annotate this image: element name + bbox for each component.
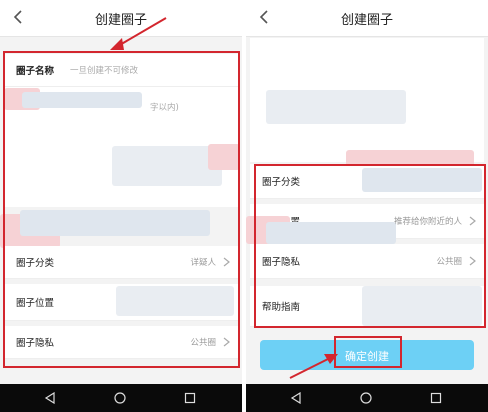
system-nav-bar bbox=[0, 384, 242, 412]
top-bar: 创建圈子 bbox=[246, 0, 488, 37]
left-screen: 创建圈子 圈子名称 一旦创建不可修改 字以内) 圈子分类 详疑人 圈子位置 圈子… bbox=[0, 0, 242, 412]
nav-back-icon[interactable] bbox=[44, 392, 56, 404]
nav-back-icon[interactable] bbox=[290, 392, 302, 404]
nav-home-icon[interactable] bbox=[114, 392, 126, 404]
nav-recent-icon[interactable] bbox=[430, 392, 442, 404]
page-title: 创建圈子 bbox=[94, 13, 147, 28]
nav-recent-icon[interactable] bbox=[184, 392, 196, 404]
page-title: 创建圈子 bbox=[340, 13, 393, 28]
nav-home-icon[interactable] bbox=[360, 392, 372, 404]
blurred-region bbox=[266, 90, 406, 124]
top-bar: 创建圈子 bbox=[0, 0, 242, 37]
system-nav-bar bbox=[246, 384, 488, 412]
highlight-box bbox=[3, 51, 240, 368]
highlight-box bbox=[254, 164, 486, 328]
highlight-box bbox=[334, 336, 402, 368]
right-screen: 创建圈子 圈子分类 圈子位置 推荐给你附近的人 圈子隐私 公共圈 帮助指南 确定… bbox=[246, 0, 488, 412]
